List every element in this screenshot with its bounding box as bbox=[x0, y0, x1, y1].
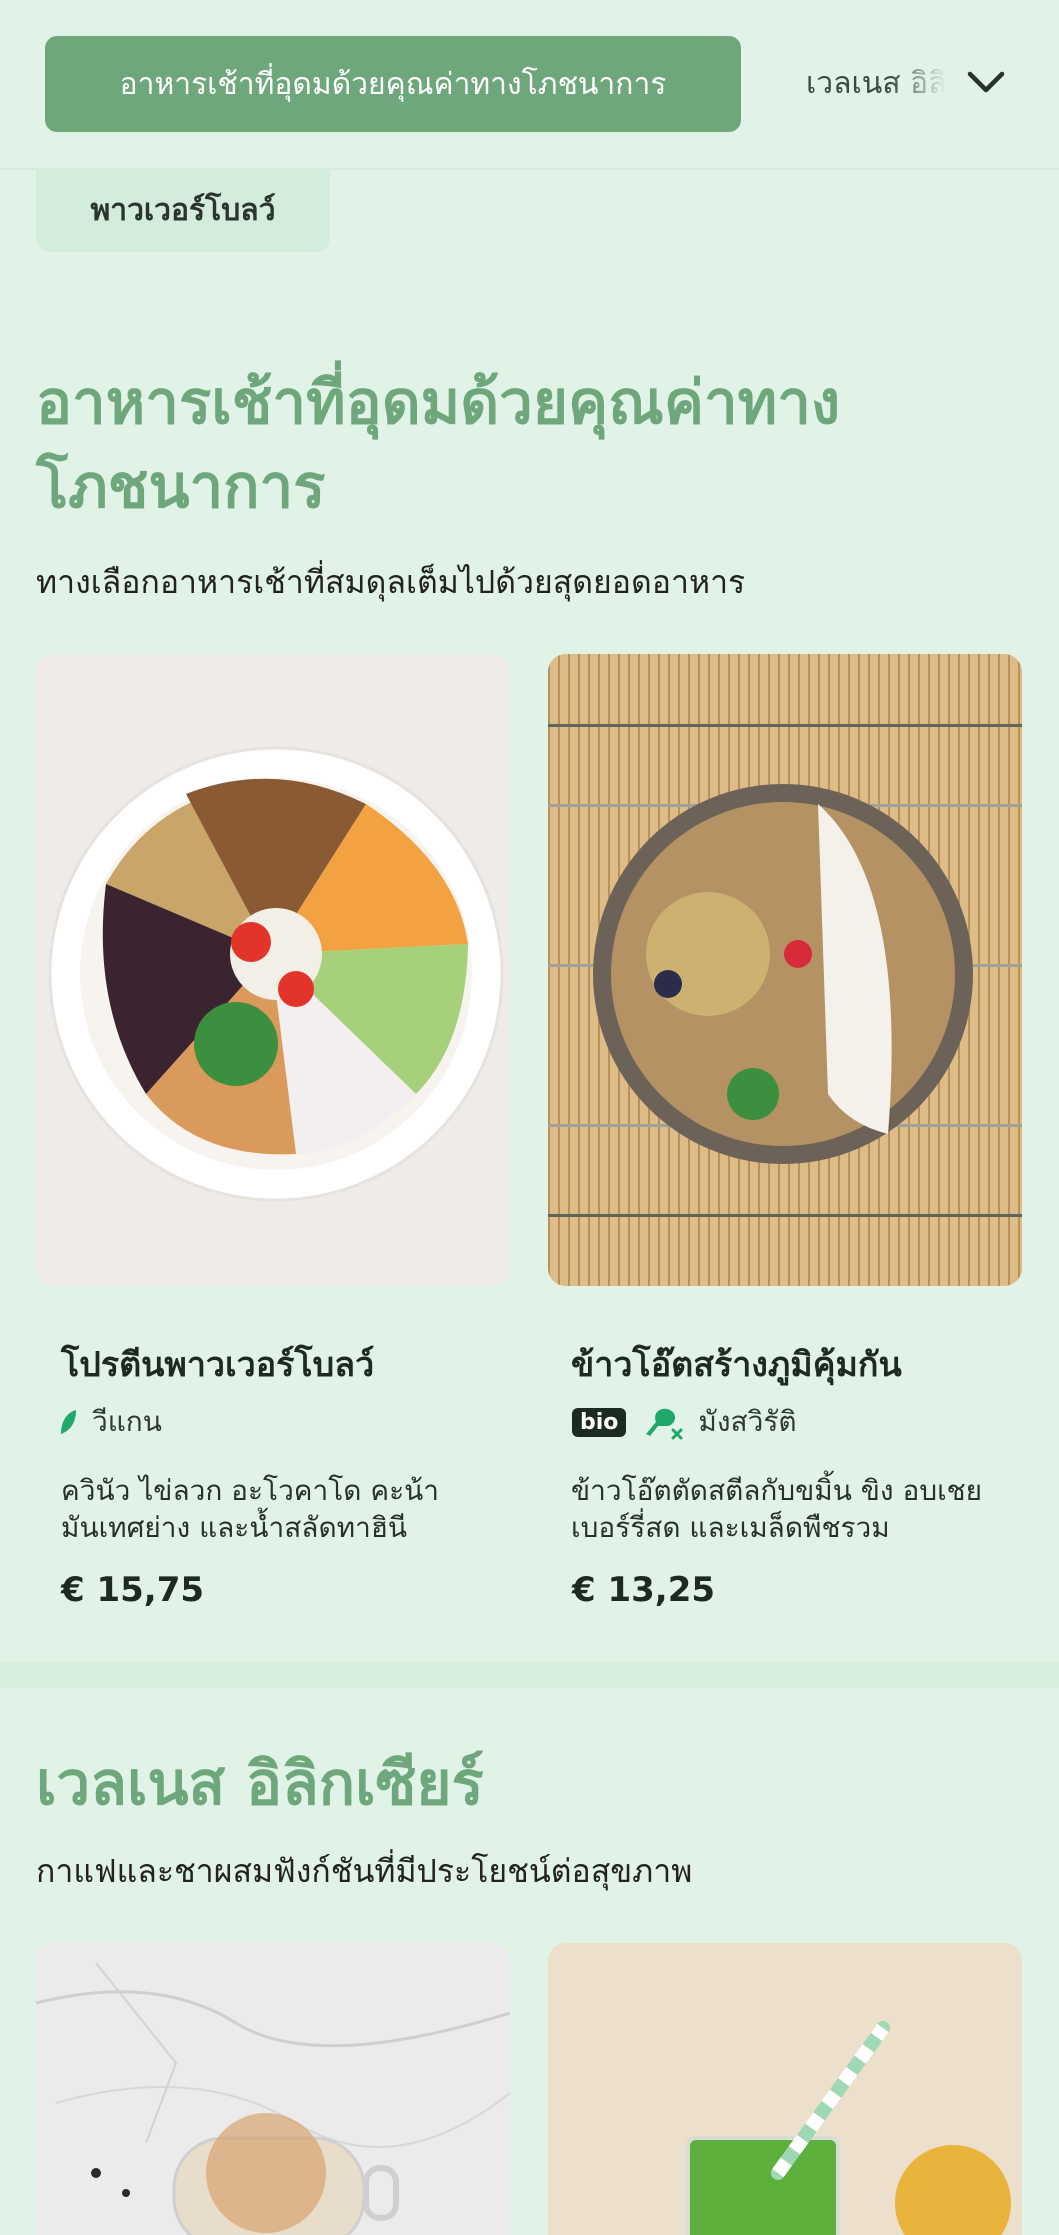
power-bowl-image bbox=[36, 654, 510, 1286]
section-subtitle: กาแฟและชาผสมฟังก์ชันที่มีประโยชน์ต่อสุขภ… bbox=[36, 1852, 693, 1890]
product-image[interactable] bbox=[548, 1943, 1022, 2235]
immunity-oats-image bbox=[548, 654, 1022, 1286]
product-description: ข้าวโอ๊ตตัดสตีลกับขมิ้น ขิง อบเชย เบอร์ร… bbox=[571, 1474, 983, 1544]
product-price: € 13,25 bbox=[572, 1570, 716, 1610]
product-title[interactable]: โปรตีนพาวเวอร์โบลว์ bbox=[61, 1337, 374, 1391]
tab-wellness[interactable]: เวลเนส อิลิกเซียร์ bbox=[806, 60, 946, 107]
diet-tags: bio มังสวิรัติ bbox=[572, 1400, 797, 1444]
product-price: € 15,75 bbox=[61, 1570, 205, 1610]
category-nav: อาหารเช้าที่อุดมด้วยคุณค่าทางโภชนาการ เว… bbox=[0, 0, 1059, 170]
diet-tags: วีแกน bbox=[58, 1400, 162, 1444]
section-subtitle: ทางเลือกอาหารเช้าที่สมดุลเต็มไปด้วยสุดยอ… bbox=[36, 563, 746, 601]
subcategory-chip[interactable]: พาวเวอร์โบลว์ bbox=[36, 168, 330, 252]
vegan-label: วีแกน bbox=[92, 1405, 162, 1438]
vegetarian-label: มังสวิรัติ bbox=[698, 1405, 797, 1438]
leaf-icon bbox=[61, 1410, 76, 1434]
elixir-latte-image bbox=[36, 1943, 510, 2235]
product-description: ควินัว ไข่ลวก อะโวคาโด คะน้า มันเทศย่าง … bbox=[61, 1474, 439, 1544]
product-image[interactable] bbox=[36, 654, 510, 1286]
product-image[interactable] bbox=[36, 1943, 510, 2235]
no-meat-icon bbox=[646, 1408, 683, 1440]
chevron-down-icon[interactable] bbox=[962, 58, 1010, 106]
bio-badge: bio bbox=[572, 1407, 627, 1437]
section-title: เวลเนส อิลิกเซียร์ bbox=[36, 1749, 484, 1819]
section-title: อาหารเช้าที่อุดมด้วยคุณค่าทางโภชนาการ bbox=[36, 368, 841, 522]
product-title[interactable]: ข้าวโอ๊ตสร้างภูมิคุ้มกัน bbox=[571, 1337, 902, 1391]
green-juice-image bbox=[548, 1943, 1022, 2235]
section-divider bbox=[0, 1662, 1059, 1688]
product-image[interactable] bbox=[548, 654, 1022, 1286]
tab-breakfast[interactable]: อาหารเช้าที่อุดมด้วยคุณค่าทางโภชนาการ bbox=[45, 36, 741, 132]
